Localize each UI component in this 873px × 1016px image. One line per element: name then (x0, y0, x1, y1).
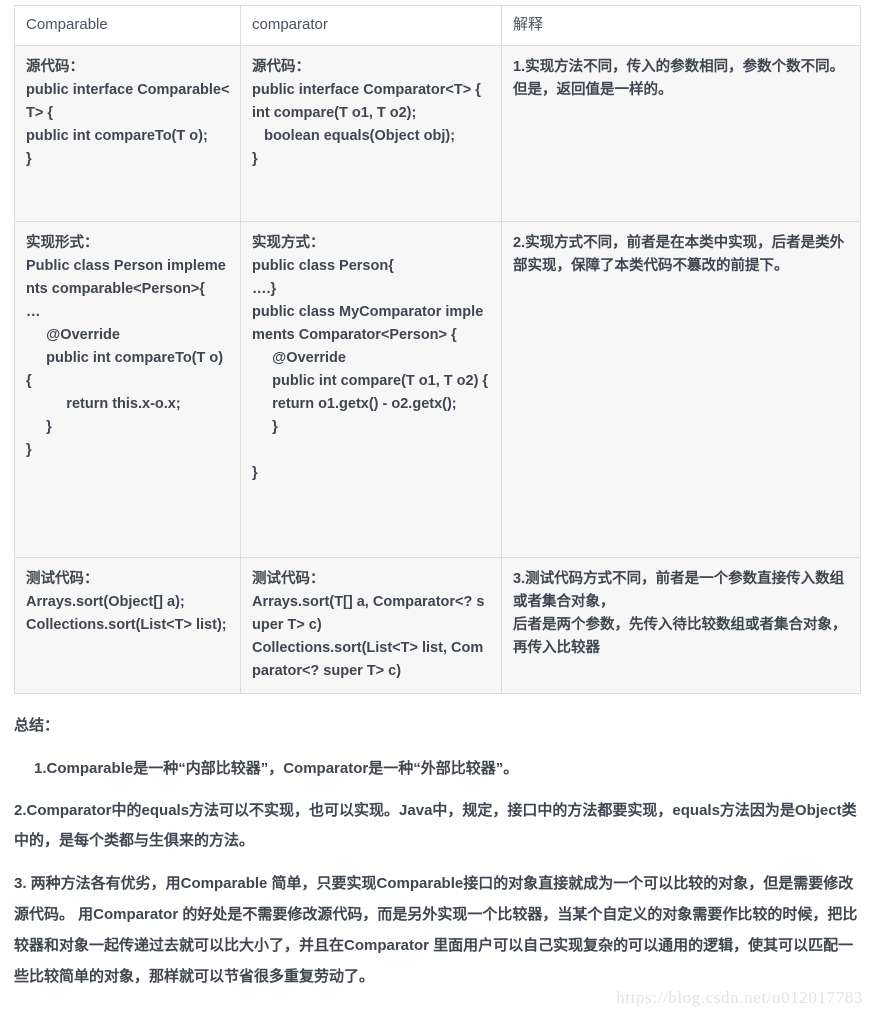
page-root: Comparable comparator 解释 源代码： public int… (0, 0, 873, 1016)
summary-section: 总结： 1.Comparable是一种“内部比较器”，Comparator是一种… (14, 714, 863, 992)
summary-title: 总结： (14, 717, 60, 734)
cell-explanation-source-code: 1.实现方法不同，传入的参数相同，参数个数不同。但是，返回值是一样的。 (501, 45, 861, 222)
table-row: 实现形式： Public class Person implements com… (14, 221, 861, 558)
summary-item-1: 1.Comparable是一种“内部比较器”，Comparator是一种“外部比… (34, 760, 519, 777)
table-header-row: Comparable comparator 解释 (14, 5, 861, 46)
cell-comparator-test-code: 测试代码： Arrays.sort(T[] a, Comparator<? su… (240, 557, 502, 694)
cell-comparable-test-code: 测试代码： Arrays.sort(Object[] a); Collectio… (14, 557, 241, 694)
table-row: 测试代码： Arrays.sort(Object[] a); Collectio… (14, 557, 861, 694)
cell-comparable-source-code: 源代码： public interface Comparable<T> { pu… (14, 45, 241, 222)
summary-item-3: 3. 两种方法各有优劣，用Comparable 简单，只要实现Comparabl… (14, 875, 858, 985)
cell-explanation-implementation: 2.实现方式不同，前者是在本类中实现，后者是类外部实现，保障了本类代码不篡改的前… (501, 221, 861, 558)
column-header-explanation: 解释 (501, 5, 861, 46)
cell-comparator-implementation: 实现方式： public class Person{ ….} public cl… (240, 221, 502, 558)
column-header-comparator: comparator (240, 5, 502, 46)
csdn-watermark: https://blog.csdn.net/u012017783 (616, 988, 863, 1007)
table-row: 源代码： public interface Comparable<T> { pu… (14, 45, 861, 222)
cell-explanation-test-code: 3.测试代码方式不同，前者是一个参数直接传入数组或者集合对象， 后者是两个参数，… (501, 557, 861, 694)
cell-comparator-source-code: 源代码： public interface Comparator<T> { in… (240, 45, 502, 222)
table-body: 源代码： public interface Comparable<T> { pu… (14, 45, 861, 694)
cell-comparable-implementation: 实现形式： Public class Person implements com… (14, 221, 241, 558)
summary-item-2: 2.Comparator中的equals方法可以不实现，也可以实现。Java中，… (14, 802, 857, 849)
comparison-table: Comparable comparator 解释 源代码： public int… (14, 5, 861, 694)
table-header: Comparable comparator 解释 (14, 5, 861, 46)
column-header-comparable: Comparable (14, 5, 241, 46)
